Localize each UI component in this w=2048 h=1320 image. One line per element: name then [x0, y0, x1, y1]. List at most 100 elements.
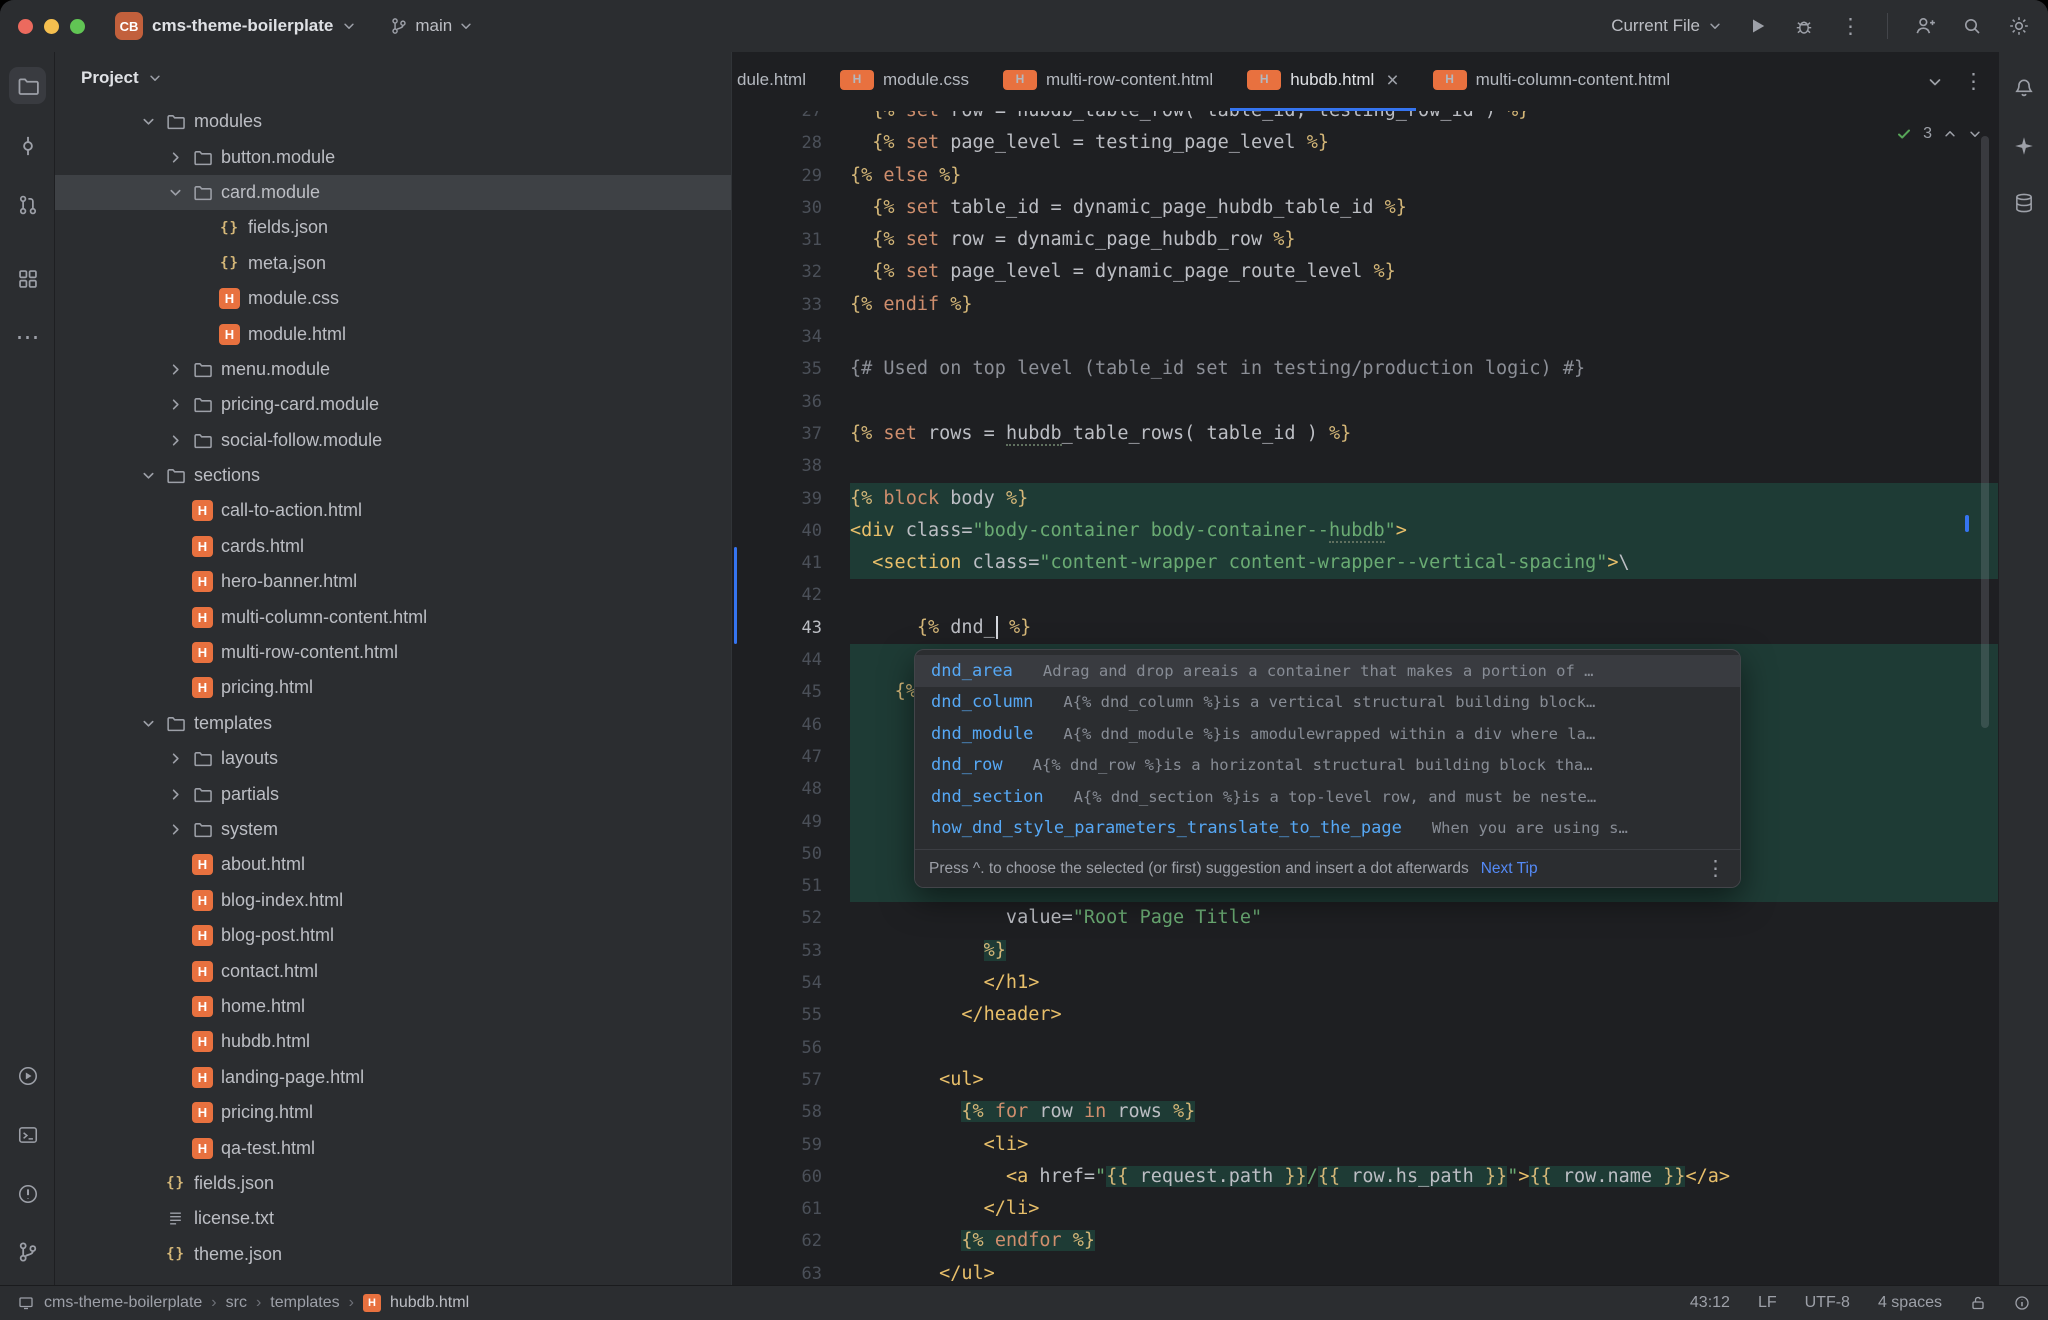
tree-item-menu.module[interactable]: menu.module — [55, 352, 731, 387]
pull-requests-button[interactable] — [9, 186, 46, 223]
minimize-window-button[interactable] — [44, 19, 59, 34]
tree-item-contact.html[interactable]: Hcontact.html — [55, 953, 731, 988]
line-number[interactable]: 48 — [732, 773, 850, 805]
tree-item-home.html[interactable]: Hhome.html — [55, 989, 731, 1024]
breadcrumb-item[interactable]: cms-theme-boilerplate — [44, 1294, 202, 1312]
line-number[interactable]: 39 — [732, 483, 850, 515]
ai-assistant-button[interactable] — [2005, 127, 2042, 164]
chevron-down-icon[interactable] — [1968, 127, 1982, 141]
inspections-widget[interactable]: 3 — [1896, 125, 1982, 143]
more-actions-icon[interactable]: ⋮ — [1840, 16, 1861, 37]
line-number[interactable]: 36 — [732, 386, 850, 418]
tree-item-theme.json[interactable]: {}theme.json — [55, 1237, 731, 1272]
line-number[interactable]: 29 — [732, 160, 850, 192]
caret-position[interactable]: 43:12 — [1690, 1294, 1730, 1312]
run-configuration-selector[interactable]: Current File — [1611, 16, 1722, 36]
tree-item-hero-banner.html[interactable]: Hhero-banner.html — [55, 564, 731, 599]
line-number[interactable]: 49 — [732, 806, 850, 838]
database-button[interactable] — [2005, 184, 2042, 221]
line-number[interactable]: 28 — [732, 127, 850, 159]
tree-item-multi-row-content.html[interactable]: Hmulti-row-content.html — [55, 635, 731, 670]
hidden-tabs-chevron-icon[interactable] — [1927, 74, 1943, 90]
chevron-expanded-icon[interactable] — [135, 468, 161, 483]
chevron-expanded-icon[interactable] — [135, 716, 161, 731]
line-number[interactable]: 32 — [732, 256, 850, 288]
project-widget[interactable]: CB cms-theme-boilerplate — [115, 12, 356, 40]
line-number[interactable]: 55 — [732, 999, 850, 1031]
problems-button[interactable] — [9, 1175, 46, 1212]
terminal-button[interactable] — [9, 1116, 46, 1153]
tree-item-fields.json[interactable]: {}fields.json — [55, 1166, 731, 1201]
tree-item-card.module[interactable]: card.module — [55, 175, 731, 210]
chevron-collapsed-icon[interactable] — [162, 433, 188, 448]
line-number[interactable]: 51 — [732, 870, 850, 902]
line-number[interactable]: 60 — [732, 1161, 850, 1193]
tab-multi-row-content.html[interactable]: Hmulti-row-content.html — [986, 52, 1230, 111]
line-number[interactable]: 54 — [732, 967, 850, 999]
run-button[interactable] — [9, 1057, 46, 1094]
completion-item-dnd_module[interactable]: dnd_moduleA{% dnd_module %}is amodulewra… — [915, 718, 1740, 750]
tree-item-license.txt[interactable]: license.txt — [55, 1201, 731, 1236]
tree-item-multi-column-content.html[interactable]: Hmulti-column-content.html — [55, 599, 731, 634]
tree-item-qa-test.html[interactable]: Hqa-test.html — [55, 1130, 731, 1165]
tree-item-partials[interactable]: partials — [55, 776, 731, 811]
line-number[interactable]: 57 — [732, 1064, 850, 1096]
line-number[interactable]: 31 — [732, 224, 850, 256]
chevron-collapsed-icon[interactable] — [162, 150, 188, 165]
tab-dule.html[interactable]: dule.html — [732, 52, 823, 111]
line-number[interactable]: 42 — [732, 579, 850, 611]
chevron-expanded-icon[interactable] — [135, 114, 161, 129]
line-separator[interactable]: LF — [1758, 1294, 1777, 1312]
settings-gear-icon[interactable] — [2008, 15, 2030, 37]
completion-item-dnd_column[interactable]: dnd_columnA{% dnd_column %}is a vertical… — [915, 687, 1740, 719]
line-number[interactable]: 41 — [732, 547, 850, 579]
tree-item-social-follow.module[interactable]: social-follow.module — [55, 423, 731, 458]
line-number[interactable]: 59 — [732, 1129, 850, 1161]
line-number[interactable]: 46 — [732, 709, 850, 741]
tab-options-icon[interactable]: ⋮ — [1963, 71, 1984, 92]
notifications-button[interactable] — [2005, 69, 2042, 106]
tree-item-fields.json[interactable]: {}fields.json — [55, 210, 731, 245]
breadcrumb-item[interactable]: hubdb.html — [390, 1294, 469, 1312]
line-number[interactable]: 63 — [732, 1258, 850, 1285]
search-everywhere-icon[interactable] — [1962, 16, 1982, 36]
more-button[interactable]: ⋯ — [9, 319, 46, 356]
tree-item-landing-page.html[interactable]: Hlanding-page.html — [55, 1060, 731, 1095]
line-number[interactable]: 50 — [732, 838, 850, 870]
tree-item-call-to-action.html[interactable]: Hcall-to-action.html — [55, 493, 731, 528]
tab-hubdb.html[interactable]: Hhubdb.html× — [1230, 52, 1415, 111]
line-number[interactable]: 47 — [732, 741, 850, 773]
structure-button[interactable] — [9, 260, 46, 297]
line-number[interactable]: 44 — [732, 644, 850, 676]
breadcrumb-item[interactable]: templates — [270, 1294, 339, 1312]
line-number[interactable]: 53 — [732, 935, 850, 967]
line-number[interactable]: 62 — [732, 1225, 850, 1257]
line-number[interactable]: 30 — [732, 192, 850, 224]
tree-item-templates[interactable]: templates — [55, 706, 731, 741]
tree-item-modules[interactable]: modules — [55, 104, 731, 139]
tree-item-button.module[interactable]: button.module — [55, 139, 731, 174]
debug-button[interactable] — [1794, 16, 1814, 36]
line-number[interactable]: 40 — [732, 515, 850, 547]
tree-item-blog-index.html[interactable]: Hblog-index.html — [55, 883, 731, 918]
completion-item-how_dnd_style_parameters_translate_to_the_page[interactable]: how_dnd_style_parameters_translate_to_th… — [915, 813, 1740, 845]
code-with-me-icon[interactable] — [1914, 15, 1936, 37]
popup-options-icon[interactable]: ⋮ — [1705, 858, 1726, 879]
line-number[interactable]: 58 — [732, 1096, 850, 1128]
project-panel-header[interactable]: Project — [55, 52, 731, 104]
run-button[interactable] — [1748, 16, 1768, 36]
line-number[interactable]: 45 — [732, 676, 850, 708]
chevron-collapsed-icon[interactable] — [162, 751, 188, 766]
line-number[interactable]: 35 — [732, 353, 850, 385]
unlock-icon[interactable] — [1970, 1295, 1986, 1311]
commit-button[interactable] — [9, 127, 46, 164]
chevron-collapsed-icon[interactable] — [162, 362, 188, 377]
line-number[interactable]: 56 — [732, 1032, 850, 1064]
close-window-button[interactable] — [18, 19, 33, 34]
line-number[interactable]: 61 — [732, 1193, 850, 1225]
tab-module.css[interactable]: Hmodule.css — [823, 52, 986, 111]
project-button[interactable] — [9, 67, 46, 104]
tree-item-layouts[interactable]: layouts — [55, 741, 731, 776]
chevron-collapsed-icon[interactable] — [162, 397, 188, 412]
editor-scrollbar[interactable] — [1981, 136, 1989, 728]
